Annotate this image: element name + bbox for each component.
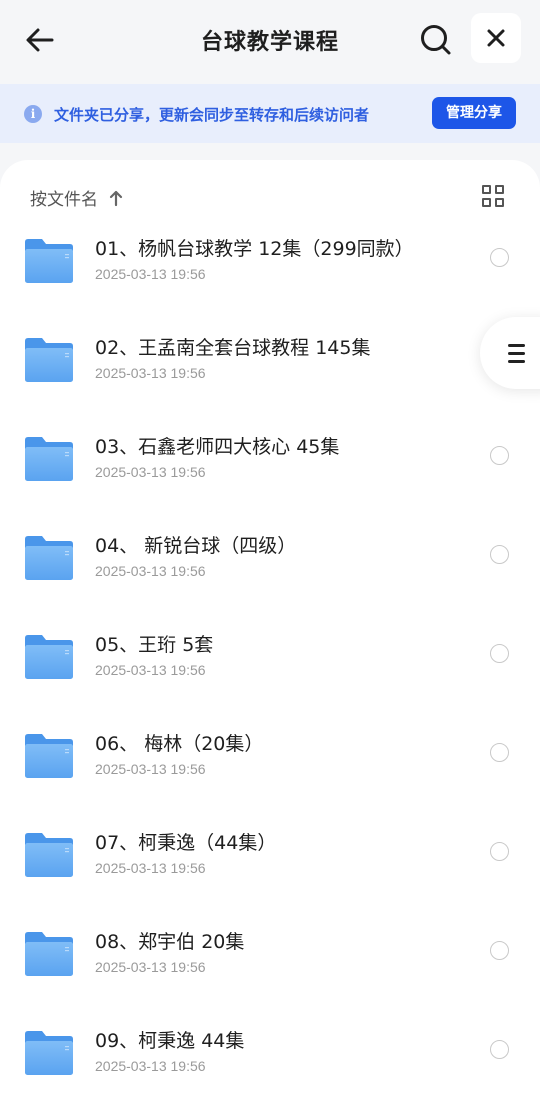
select-radio[interactable] <box>490 248 509 267</box>
folder-name: 09、柯秉逸 44集 <box>95 1030 245 1052</box>
info-icon: i <box>24 105 42 123</box>
list-menu-icon-line <box>508 360 525 363</box>
list-menu-icon-line <box>508 352 525 355</box>
grid-view-icon[interactable] <box>482 185 506 209</box>
folder-row[interactable]: 08、郑宇伯 20集 2025-03-13 19:56 <box>0 927 540 997</box>
sort-by-name-button[interactable]: 按文件名 <box>30 185 124 210</box>
folder-icon <box>24 634 74 680</box>
folder-icon <box>24 337 74 383</box>
folder-name: 06、 梅林（20集） <box>95 733 264 755</box>
select-radio[interactable] <box>490 545 509 564</box>
select-radio[interactable] <box>490 743 509 762</box>
folder-row[interactable]: 09、柯秉逸 44集 2025-03-13 19:56 <box>0 1026 540 1096</box>
select-radio[interactable] <box>490 941 509 960</box>
select-radio[interactable] <box>490 1040 509 1059</box>
folder-date: 2025-03-13 19:56 <box>95 563 206 579</box>
select-radio[interactable] <box>490 446 509 465</box>
folder-icon <box>24 1030 74 1076</box>
page-title: 台球教学课程 <box>200 30 339 55</box>
folder-name: 05、王珩 5套 <box>95 634 214 656</box>
folder-row[interactable]: 07、柯秉逸（44集） 2025-03-13 19:56 <box>0 828 540 898</box>
folder-date: 2025-03-13 19:56 <box>95 1058 206 1074</box>
share-notice-text: 文件夹已分享，更新会同步至转存和后续访问者 <box>54 106 370 124</box>
folder-date: 2025-03-13 19:56 <box>95 662 206 678</box>
folder-row[interactable]: 02、王孟南全套台球教程 145集 2025-03-13 19:56 <box>0 333 540 403</box>
manage-share-button[interactable]: 管理分享 <box>432 97 516 129</box>
folder-date: 2025-03-13 19:56 <box>95 959 206 975</box>
list-menu-icon <box>508 344 525 347</box>
folder-icon <box>24 733 74 779</box>
folder-date: 2025-03-13 19:56 <box>95 365 206 381</box>
folder-name: 03、石鑫老师四大核心 45集 <box>95 436 340 458</box>
folder-icon <box>24 832 74 878</box>
folder-name: 08、郑宇伯 20集 <box>95 931 245 953</box>
close-button[interactable] <box>471 13 521 63</box>
folder-row[interactable]: 04、 新锐台球（四级） 2025-03-13 19:56 <box>0 531 540 601</box>
folder-date: 2025-03-13 19:56 <box>95 761 206 777</box>
folder-icon <box>24 535 74 581</box>
folder-row[interactable]: 03、石鑫老师四大核心 45集 2025-03-13 19:56 <box>0 432 540 502</box>
folder-icon <box>24 238 74 284</box>
select-radio[interactable] <box>490 644 509 663</box>
folder-row[interactable]: 06、 梅林（20集） 2025-03-13 19:56 <box>0 729 540 799</box>
folder-row[interactable]: 01、杨帆台球教学 12集（299同款） 2025-03-13 19:56 <box>0 234 540 304</box>
folder-name: 02、王孟南全套台球教程 145集 <box>95 337 371 359</box>
folder-icon <box>24 931 74 977</box>
sort-up-arrow-icon <box>109 190 123 206</box>
folder-icon <box>24 436 74 482</box>
folder-name: 04、 新锐台球（四级） <box>95 535 297 557</box>
folder-name: 01、杨帆台球教学 12集（299同款） <box>95 238 414 260</box>
folder-row[interactable]: 05、王珩 5套 2025-03-13 19:56 <box>0 630 540 700</box>
select-radio[interactable] <box>490 842 509 861</box>
search-icon[interactable] <box>418 22 454 58</box>
folder-date: 2025-03-13 19:56 <box>95 464 206 480</box>
folder-date: 2025-03-13 19:56 <box>95 266 206 282</box>
sort-label: 按文件名 <box>30 190 98 210</box>
top-bar: 台球教学课程 <box>0 0 540 82</box>
folder-date: 2025-03-13 19:56 <box>95 860 206 876</box>
close-icon <box>487 29 505 47</box>
folder-name: 07、柯秉逸（44集） <box>95 832 277 854</box>
